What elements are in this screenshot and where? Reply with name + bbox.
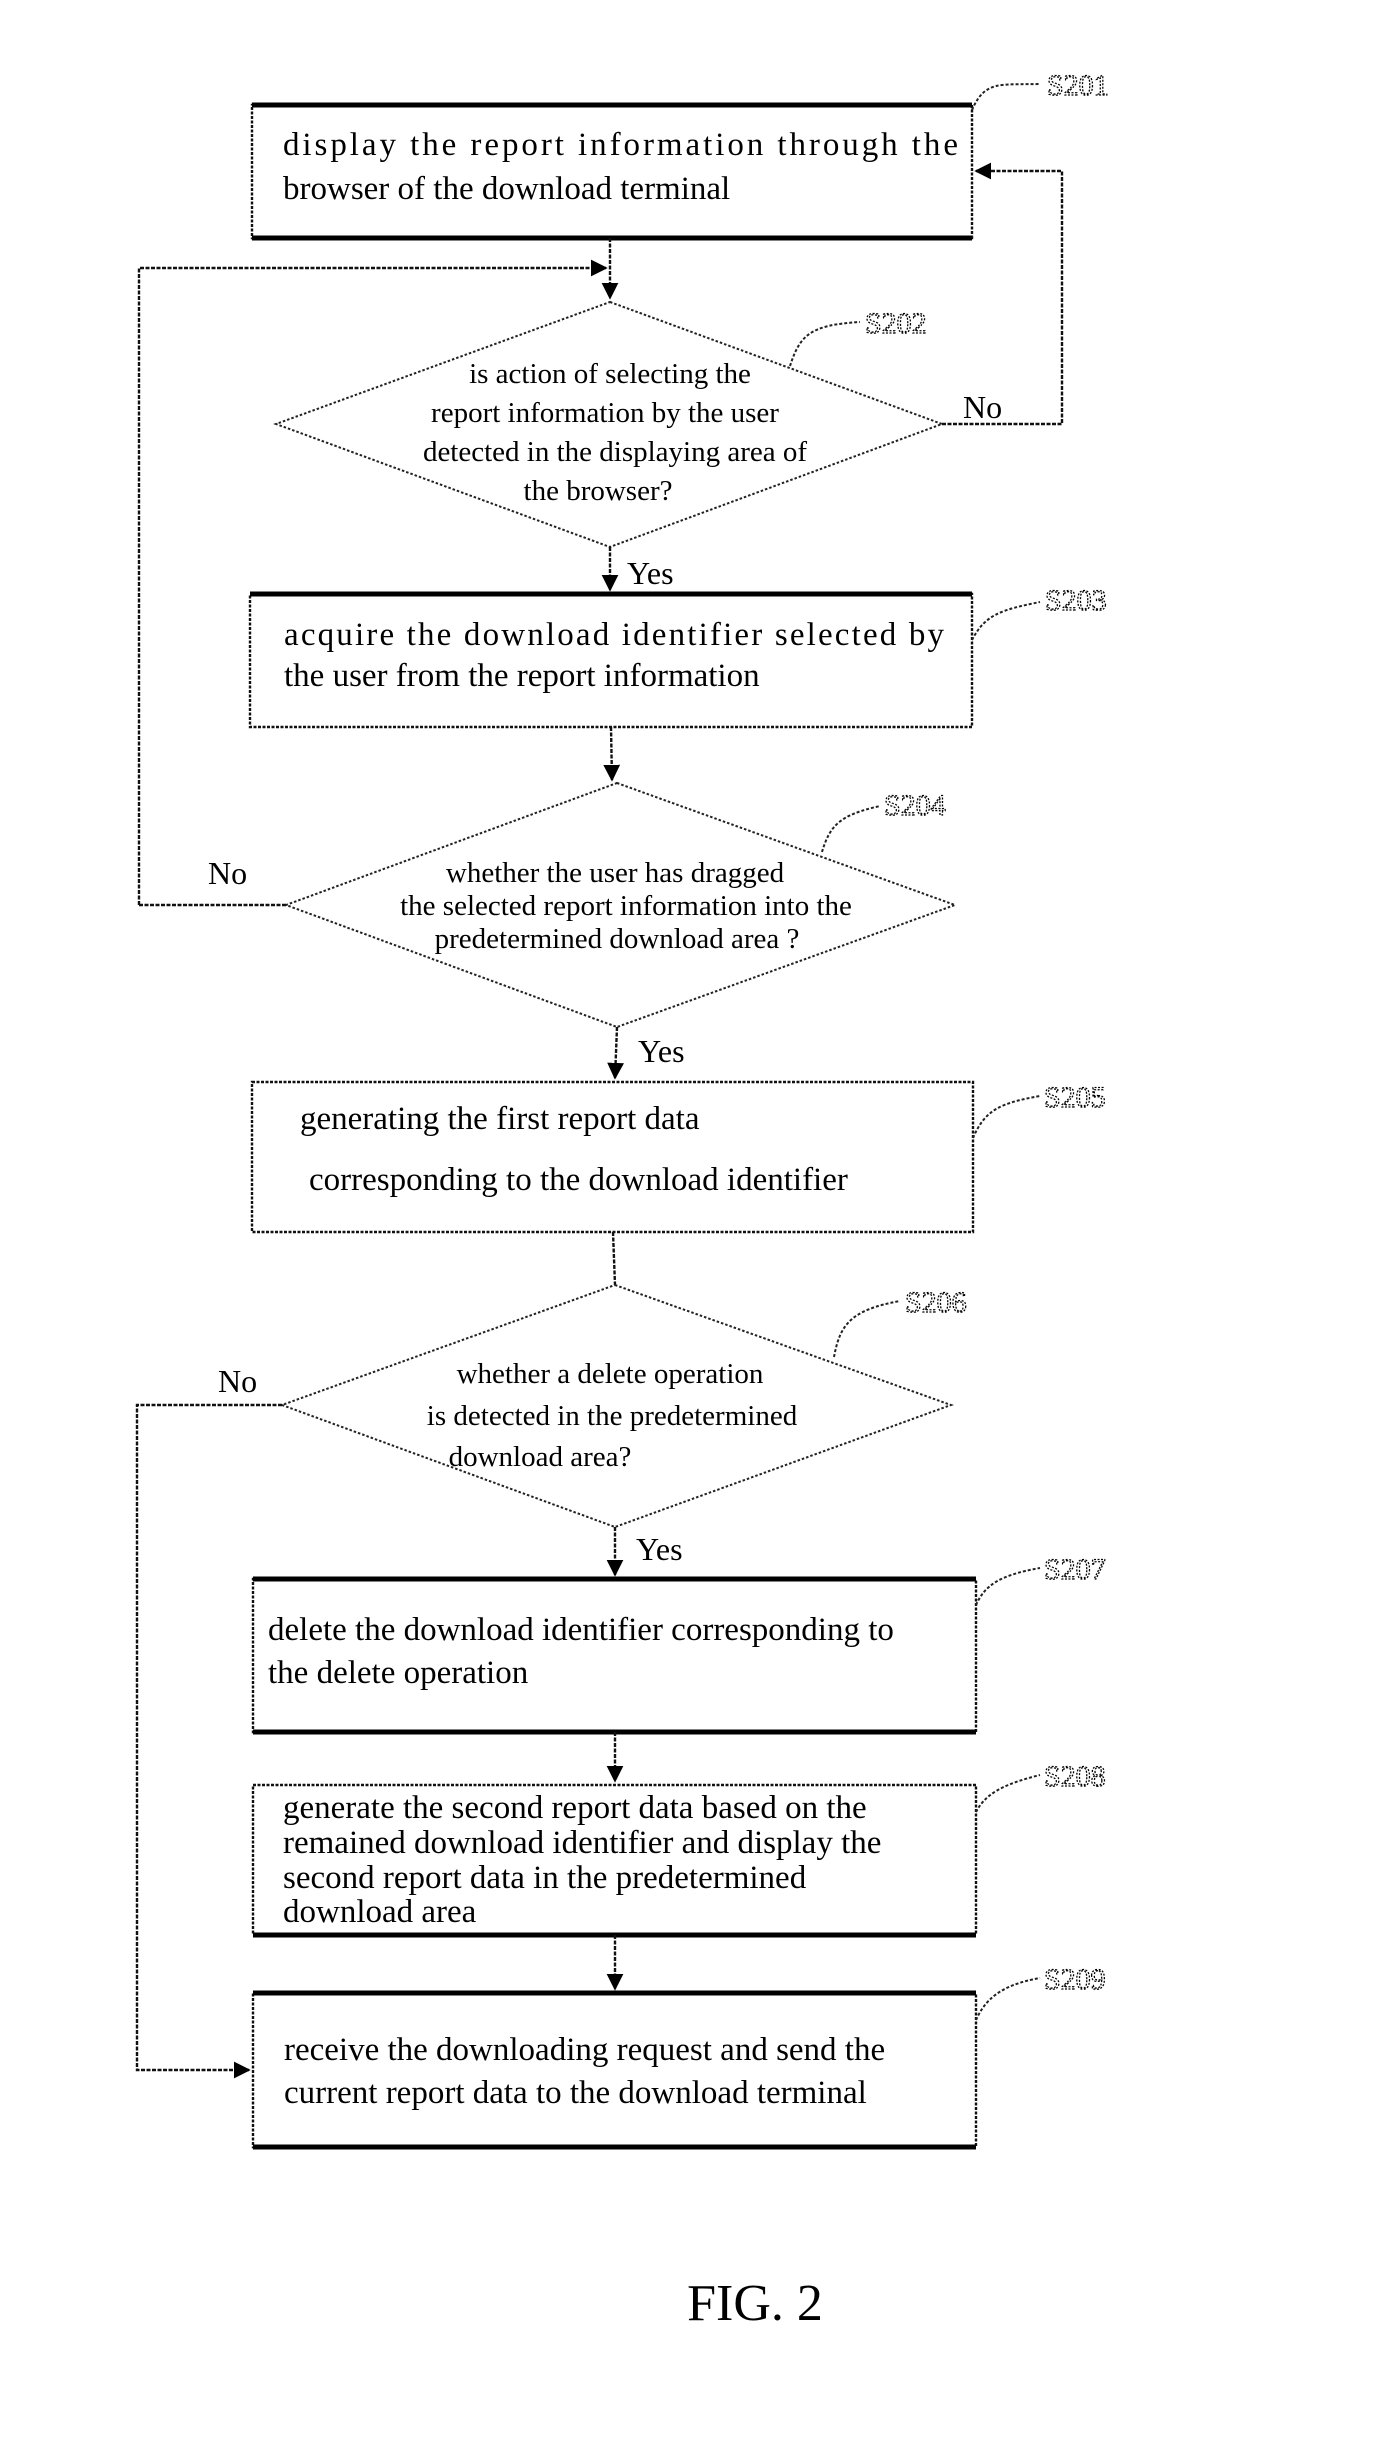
process-text-line: current report data to the download term… [284,2075,867,2111]
branch-label-no: No [218,1363,257,1399]
step-label-leader [789,321,861,367]
process-text-line: generating the first report data [300,1101,700,1137]
step-label-leader [975,1567,1041,1606]
process-text-line: acquire the download identifier selected… [284,617,945,653]
flow-line-s205-s206 [611,1231,617,1286]
step-id-label: S202 [865,307,927,340]
flow-arrow-s203-s204 [603,726,621,782]
decision-text-line: download area? [449,1441,632,1473]
step-s209: receive the downloading request and send… [251,1962,1106,2150]
step-id-label: S206 [905,1286,967,1319]
figure-caption: FIG. 2 [687,2275,823,2332]
process-text-line: second report data in the predetermined [283,1860,807,1896]
process-text-line: delete the download identifier correspon… [268,1612,894,1648]
step-id-label: S204 [884,789,946,822]
step-id-label: S201 [1047,69,1109,102]
process-text-line: corresponding to the download identifier [309,1162,848,1198]
flowchart: display the report information through t… [135,68,1109,2332]
decision-text-line: is action of selecting the [469,358,751,390]
process-text-line: receive the downloading request and send… [284,2032,885,2068]
decision-text-line: whether a delete operation [457,1358,764,1390]
step-label-leader [971,83,1041,111]
decision-text-line: whether the user has dragged [446,857,785,889]
step-label-leader [971,601,1041,641]
flow-arrow-s206-no [135,1403,282,2079]
decision-text-line: the browser? [524,475,673,507]
decision-text-line: report information by the user [431,397,779,429]
step-label-leader [833,1300,901,1358]
step-label-leader [821,805,881,853]
process-text-line: remained download identifier and display… [283,1825,881,1861]
decision-text-line: is detected in the predetermined [427,1400,798,1432]
step-id-label: S209 [1044,1963,1106,1996]
decision-text-line: the selected report information into the [400,890,852,922]
step-s204: whether the user has dragged the selecte… [283,781,958,1029]
branch-label-no: No [208,855,247,891]
step-s207: delete the download identifier correspon… [251,1552,1106,1735]
step-s201: display the report information through t… [250,68,1109,241]
process-text-line: the user from the report information [284,658,760,694]
flow-arrow-s204-yes [607,1026,624,1080]
branch-label-no: No [963,389,1002,425]
step-id-label: S203 [1045,584,1107,617]
step-label-leader [975,1977,1041,2021]
branch-label-yes: Yes [638,1033,685,1069]
step-s202: is action of selecting the report inform… [273,300,945,549]
branch-label-yes: Yes [627,555,674,591]
step-label-leader [975,1774,1041,1813]
process-text-line: browser of the download terminal [283,171,730,207]
decision-text-line: detected in the displaying area of [423,436,807,468]
step-id-label: S205 [1044,1081,1106,1114]
process-text-line: display the report information through t… [283,127,958,163]
step-s205: generating the first report data corresp… [250,1080,1106,1234]
step-s206: whether a delete operation is detected i… [279,1283,967,1529]
process-text-line: download area [283,1894,477,1930]
step-s208: generate the second report data based on… [251,1759,1106,1938]
process-text-line: the delete operation [268,1655,528,1691]
process-box-s209 [251,1991,978,2149]
branch-label-yes: Yes [636,1531,683,1567]
process-text-line: generate the second report data based on… [283,1790,867,1826]
step-id-label: S207 [1044,1553,1106,1586]
step-s203: acquire the download identifier selected… [248,583,1107,729]
step-id-label: S208 [1044,1760,1106,1793]
decision-text-line: predetermined download area ? [435,923,800,955]
step-label-leader [972,1095,1041,1139]
